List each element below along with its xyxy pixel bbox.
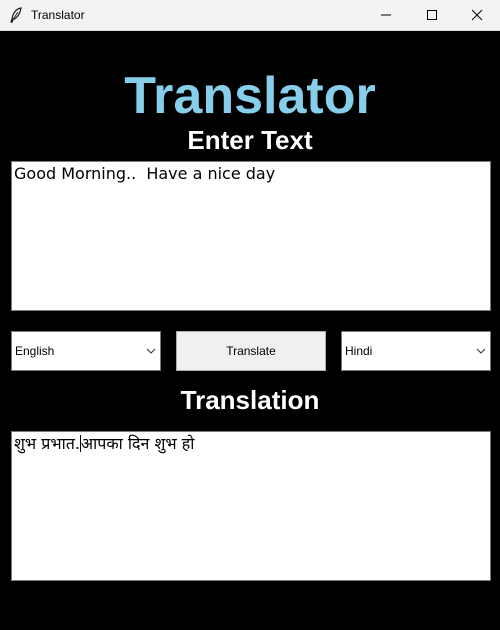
title-bar[interactable]: Translator (0, 0, 500, 31)
source-language-select[interactable]: English (11, 331, 161, 371)
maximize-button[interactable] (409, 0, 455, 30)
target-language-select[interactable]: Hindi (341, 331, 491, 371)
chevron-down-icon (146, 348, 156, 354)
input-text: Good Morning.. Have a nice day (14, 164, 276, 183)
chevron-down-icon (476, 348, 486, 354)
target-language-value: Hindi (345, 344, 373, 358)
close-button[interactable] (454, 0, 500, 30)
maximize-icon (427, 10, 437, 20)
input-textbox[interactable]: Good Morning.. Have a nice day (11, 161, 491, 311)
feather-icon (10, 7, 22, 23)
output-text-after-caret: आपका दिन शुभ हो (80, 434, 195, 453)
app-title: Translator (124, 67, 376, 125)
translation-label: Translation (180, 385, 320, 415)
output-text-before-caret: शुभ प्रभात. (14, 434, 80, 453)
translate-button[interactable]: Translate (176, 331, 326, 371)
minimize-button[interactable] (363, 0, 409, 30)
close-icon (471, 9, 483, 21)
source-language-value: English (15, 344, 55, 358)
translator-window: Translator Translator Enter Text Good Mo… (0, 0, 500, 630)
window-title: Translator (31, 8, 85, 22)
enter-text-label: Enter Text (187, 125, 313, 155)
output-textbox[interactable]: शुभ प्रभात.आपका दिन शुभ हो (11, 431, 491, 581)
minimize-icon (381, 14, 391, 16)
